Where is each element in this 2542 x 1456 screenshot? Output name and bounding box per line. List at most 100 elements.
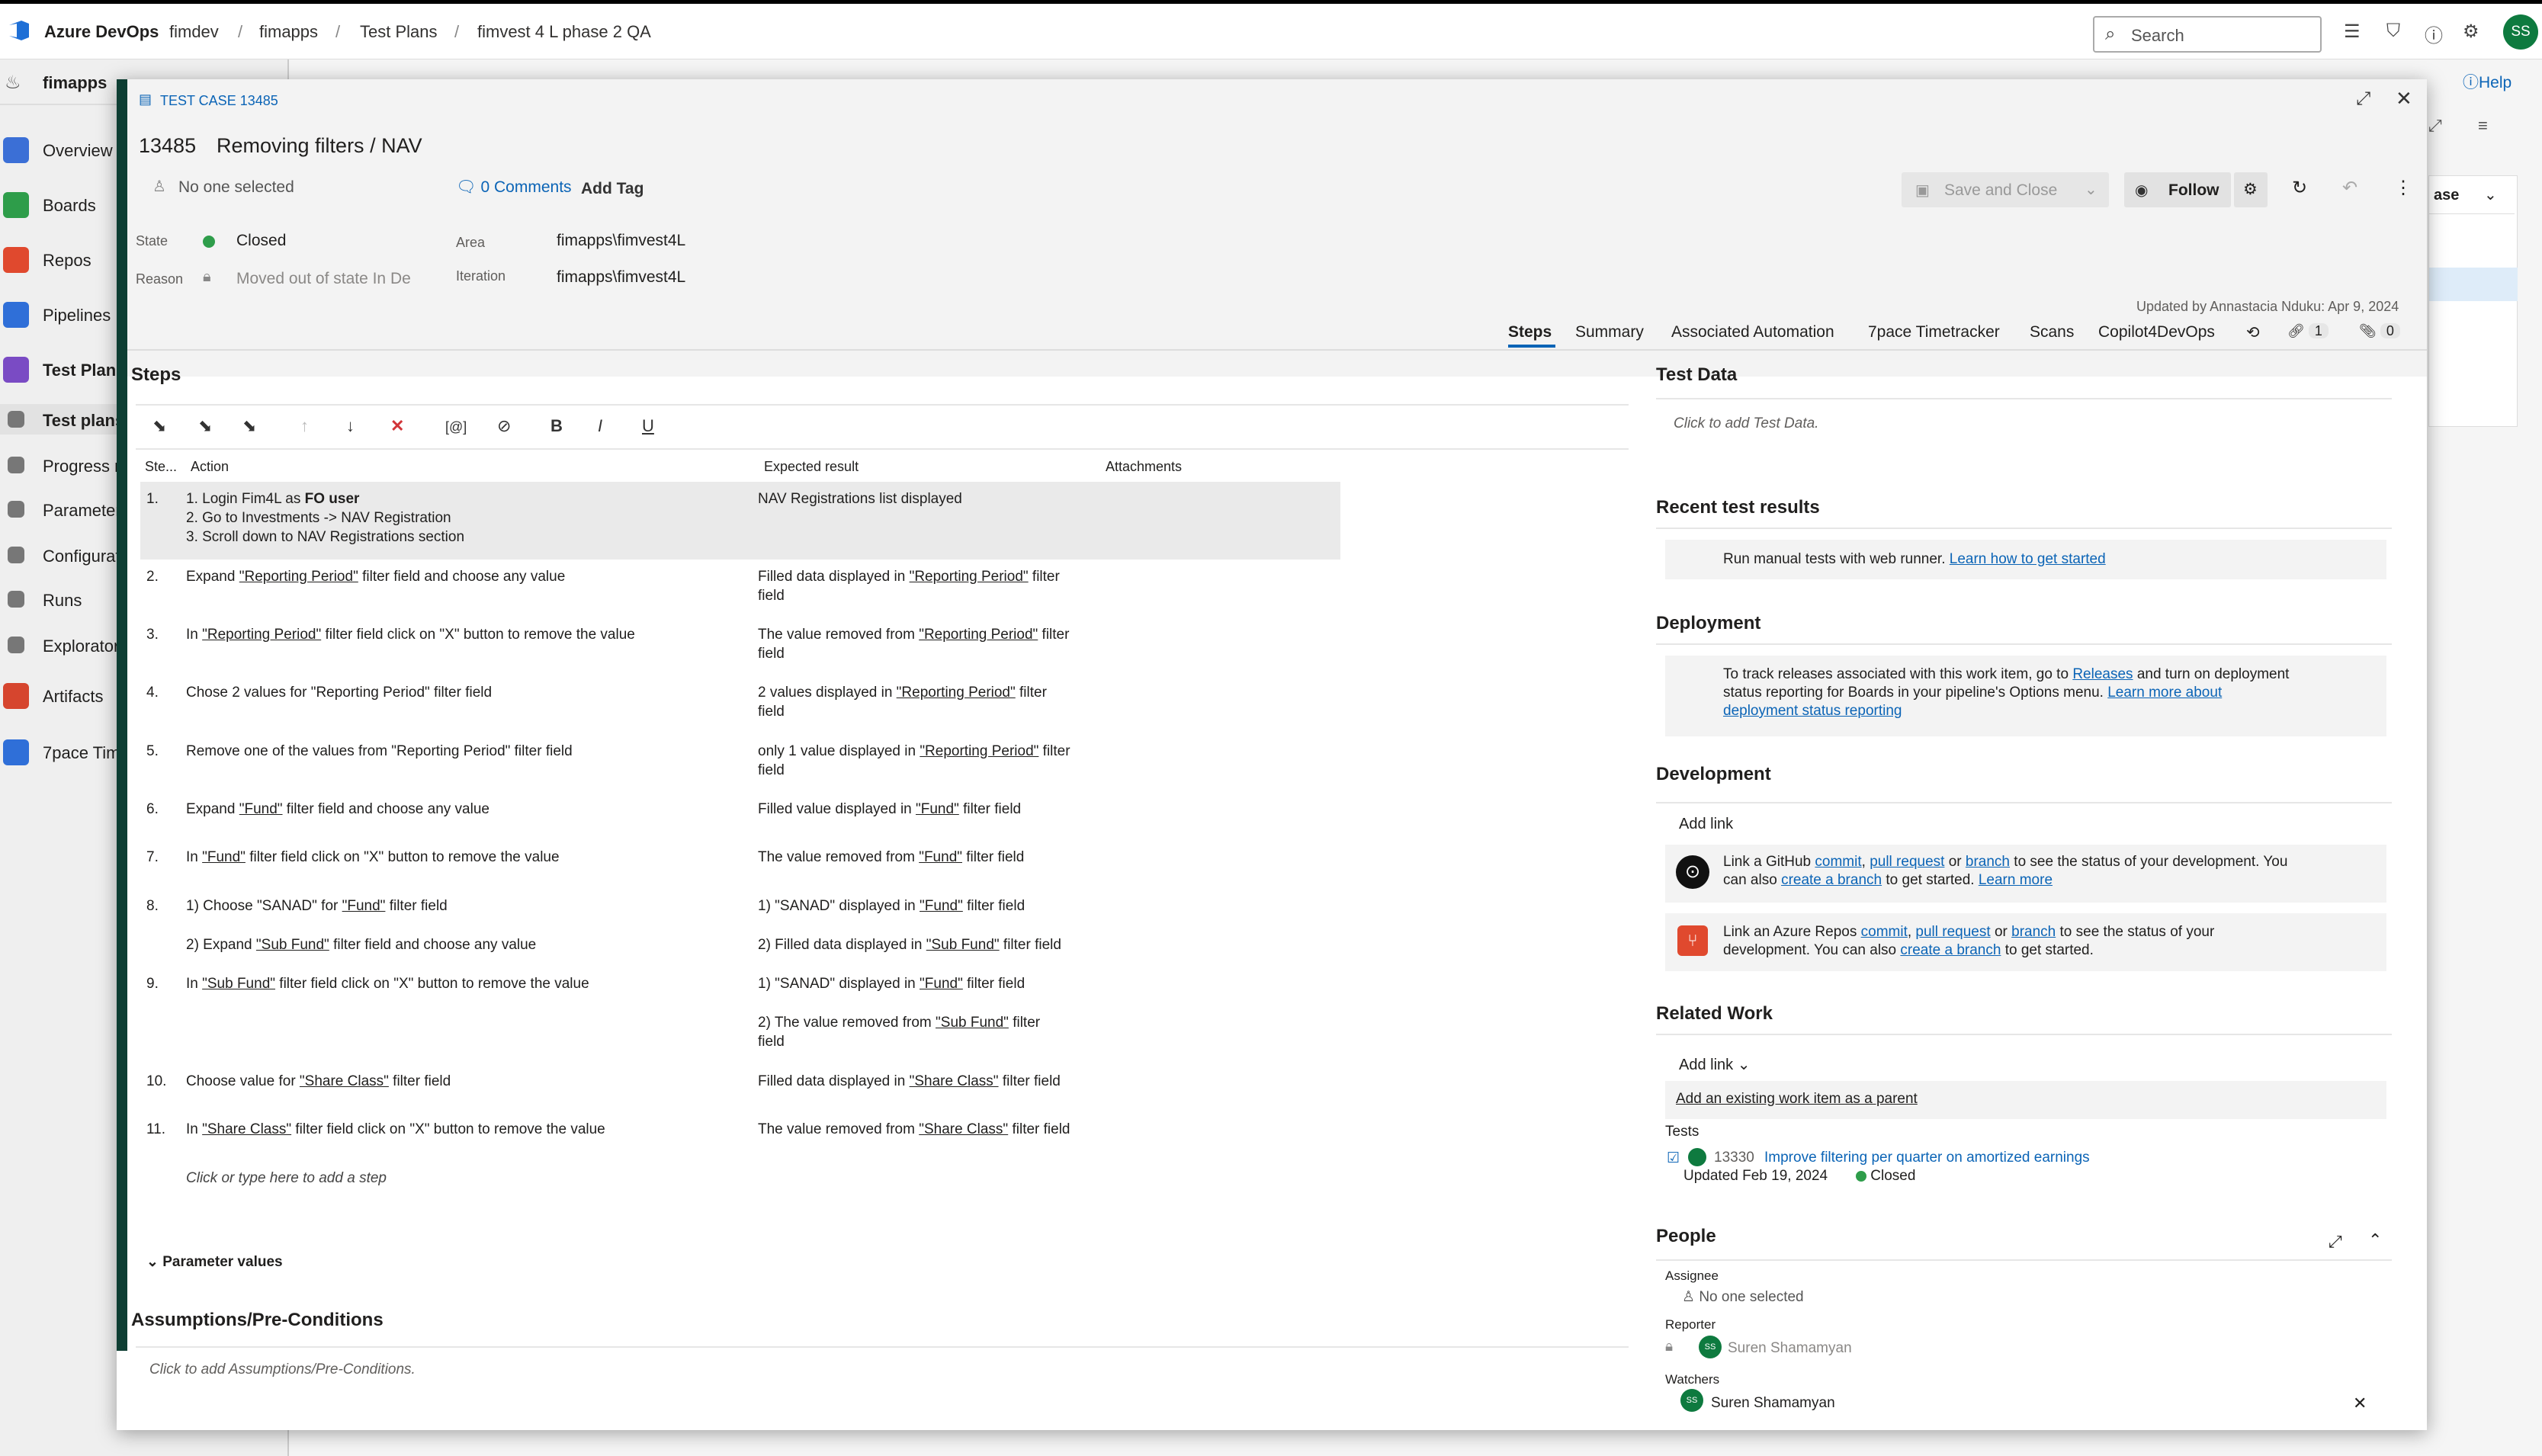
- related-test-title-link[interactable]: Improve filtering per quarter on amortiz…: [1764, 1150, 2090, 1166]
- watcher-value[interactable]: Suren Shamamyan: [1711, 1395, 1835, 1412]
- user-avatar[interactable]: SS: [2503, 14, 2538, 50]
- tab-summary[interactable]: Summary: [1575, 323, 1644, 342]
- italic-icon[interactable]: I: [598, 416, 602, 436]
- add-existing-parent-link[interactable]: Add an existing work item as a parent: [1676, 1091, 1918, 1108]
- related-add-link[interactable]: Add link ⌄: [1679, 1055, 1750, 1074]
- background-help-link[interactable]: ⓘHelp: [2463, 70, 2512, 93]
- azure-devops-logo-icon[interactable]: [6, 18, 32, 43]
- move-up-icon[interactable]: ↑: [300, 416, 309, 436]
- marketplace-bag-icon[interactable]: ⛉: [2386, 21, 2400, 42]
- remove-watcher-icon[interactable]: ✕: [2353, 1393, 2367, 1413]
- comments-link[interactable]: 🗨 0 Comments: [456, 178, 572, 197]
- add-tag-button[interactable]: Add Tag: [581, 180, 644, 198]
- parameter-values-toggle[interactable]: ⌄ Parameter values: [146, 1253, 283, 1271]
- github-branch-link[interactable]: branch: [1966, 854, 2010, 870]
- state-value[interactable]: Closed: [236, 232, 286, 250]
- area-value[interactable]: fimapps\fimvest4L: [557, 232, 685, 250]
- links-tab[interactable]: 🔗︎ 1: [2287, 323, 2329, 339]
- column-header-step[interactable]: Ste...: [145, 459, 177, 475]
- collapse-icon[interactable]: ⌃: [2368, 1230, 2382, 1250]
- column-header-expected[interactable]: Expected result: [764, 459, 859, 475]
- iteration-value[interactable]: fimapps\fimvest4L: [557, 268, 685, 287]
- fullscreen-icon[interactable]: ⤢: [2356, 88, 2370, 110]
- delete-step-icon[interactable]: ✕: [390, 416, 404, 436]
- expand-icon[interactable]: ⤢: [2329, 1232, 2342, 1252]
- sidebar-item-pipelines[interactable]: Pipelines: [0, 299, 122, 329]
- search-input[interactable]: ⌕ Search: [2093, 16, 2322, 53]
- sidebar-item-progress-r[interactable]: Progress r: [0, 450, 122, 480]
- azure-create-branch-link[interactable]: create a branch: [1900, 942, 2001, 958]
- sidebar-item-label: Repos: [43, 251, 91, 270]
- sidebar-item-runs[interactable]: Runs: [0, 584, 122, 614]
- user-settings-icon[interactable]: ⚙: [2463, 21, 2479, 43]
- github-learn-more-link[interactable]: Learn more: [1979, 872, 2053, 888]
- column-header-attachments[interactable]: Attachments: [1106, 459, 1182, 475]
- work-items-icon[interactable]: ☰: [2344, 21, 2361, 43]
- sidebar-item-overview[interactable]: Overview: [0, 134, 122, 165]
- learn-more-deployment-link[interactable]: Learn more about: [2107, 685, 2222, 701]
- tab-scans[interactable]: Scans: [2030, 323, 2074, 342]
- background-case-button[interactable]: ase ⌄: [2429, 176, 2515, 214]
- insert-parameter-icon[interactable]: [@]: [445, 419, 467, 435]
- test-data-placeholder[interactable]: Click to add Test Data.: [1674, 415, 1818, 432]
- breadcrumb-project[interactable]: fimapps: [259, 22, 318, 42]
- github-pull-request-link[interactable]: pull request: [1870, 854, 1944, 870]
- create-shared-steps-icon[interactable]: ⬊: [242, 416, 256, 436]
- help-icon[interactable]: ⓘ: [2425, 21, 2443, 47]
- sidebar-item-label: Configurati: [43, 547, 122, 566]
- deployment-status-reporting-link[interactable]: deployment status reporting: [1723, 703, 1902, 719]
- work-item-title[interactable]: Removing filters / NAV: [217, 134, 422, 158]
- azure-commit-link[interactable]: commit: [1861, 924, 1908, 940]
- filter-icon[interactable]: ≡: [2478, 116, 2488, 136]
- github-commit-link[interactable]: commit: [1815, 854, 1861, 870]
- sidebar-item-boards[interactable]: Boards: [0, 189, 122, 220]
- column-header-action[interactable]: Action: [191, 459, 229, 475]
- azure-branch-link[interactable]: branch: [2011, 924, 2056, 940]
- assignee-value[interactable]: ♙ No one selected: [1682, 1288, 1804, 1306]
- expand-icon[interactable]: ⤢: [2428, 116, 2442, 136]
- azure-pull-request-link[interactable]: pull request: [1915, 924, 1990, 940]
- insert-shared-steps-icon[interactable]: ⬊: [198, 416, 212, 436]
- tab-copilot4devops[interactable]: Copilot4DevOps: [2098, 323, 2215, 342]
- sidebar-item-label: Pipelines: [43, 306, 111, 325]
- learn-how-link[interactable]: Learn how to get started: [1950, 551, 2106, 567]
- underline-icon[interactable]: U: [642, 416, 654, 436]
- assigned-to-field[interactable]: No one selected: [178, 178, 294, 197]
- sidebar-item-artifacts[interactable]: Artifacts: [0, 680, 122, 710]
- sidebar-item-repos[interactable]: Repos: [0, 244, 122, 274]
- attachment-icon[interactable]: ⊘: [497, 416, 511, 436]
- breadcrumb-plan[interactable]: fimvest 4 L phase 2 QA: [477, 22, 651, 42]
- breadcrumb-test-plans[interactable]: Test Plans: [360, 22, 438, 42]
- tab-steps[interactable]: Steps: [1508, 323, 1552, 342]
- save-and-close-button[interactable]: ▣ Save and Close ⌄: [1902, 172, 2109, 207]
- sidebar-item-explorator[interactable]: Explorator: [0, 630, 122, 660]
- github-create-branch-link[interactable]: create a branch: [1781, 872, 1882, 888]
- development-add-link[interactable]: Add link: [1679, 816, 1733, 833]
- more-actions-icon[interactable]: ⋮: [2394, 177, 2412, 199]
- project-name[interactable]: fimapps: [43, 73, 107, 93]
- history-icon[interactable]: ⟲: [2246, 323, 2260, 342]
- settings-button[interactable]: ⚙: [2234, 172, 2268, 207]
- sidebar-item-test-plans[interactable]: Test Plans: [0, 354, 122, 384]
- sidebar-item-configurati[interactable]: Configurati: [0, 540, 122, 570]
- follow-button[interactable]: ◉ Follow: [2124, 172, 2231, 207]
- sidebar-item-icon: [3, 192, 29, 218]
- sidebar-item-parameter[interactable]: Parameter: [0, 494, 122, 524]
- tab-7pace-timetracker[interactable]: 7pace Timetracker: [1868, 323, 2000, 342]
- divider: [1656, 528, 2392, 529]
- add-step-placeholder[interactable]: Click or type here to add a step: [186, 1170, 387, 1187]
- sidebar-item-test-plans[interactable]: Test plans: [0, 404, 122, 435]
- brand-name[interactable]: Azure DevOps: [44, 22, 159, 42]
- undo-icon[interactable]: ↶: [2342, 177, 2357, 199]
- bold-icon[interactable]: B: [550, 416, 563, 436]
- tab-associated-automation[interactable]: Associated Automation: [1671, 323, 1834, 342]
- attachments-tab[interactable]: 📎︎ 0: [2359, 323, 2400, 339]
- close-icon[interactable]: ✕: [2396, 87, 2412, 111]
- refresh-icon[interactable]: ↻: [2292, 177, 2307, 199]
- preconditions-placeholder[interactable]: Click to add Assumptions/Pre-Conditions.: [149, 1361, 416, 1378]
- sidebar-item-7pace-tim[interactable]: 7pace Tim: [0, 736, 122, 767]
- releases-link[interactable]: Releases: [2072, 666, 2133, 682]
- breadcrumb-org[interactable]: fimdev: [169, 22, 219, 42]
- move-down-icon[interactable]: ↓: [346, 416, 355, 436]
- insert-step-icon[interactable]: ⬊: [152, 416, 166, 436]
